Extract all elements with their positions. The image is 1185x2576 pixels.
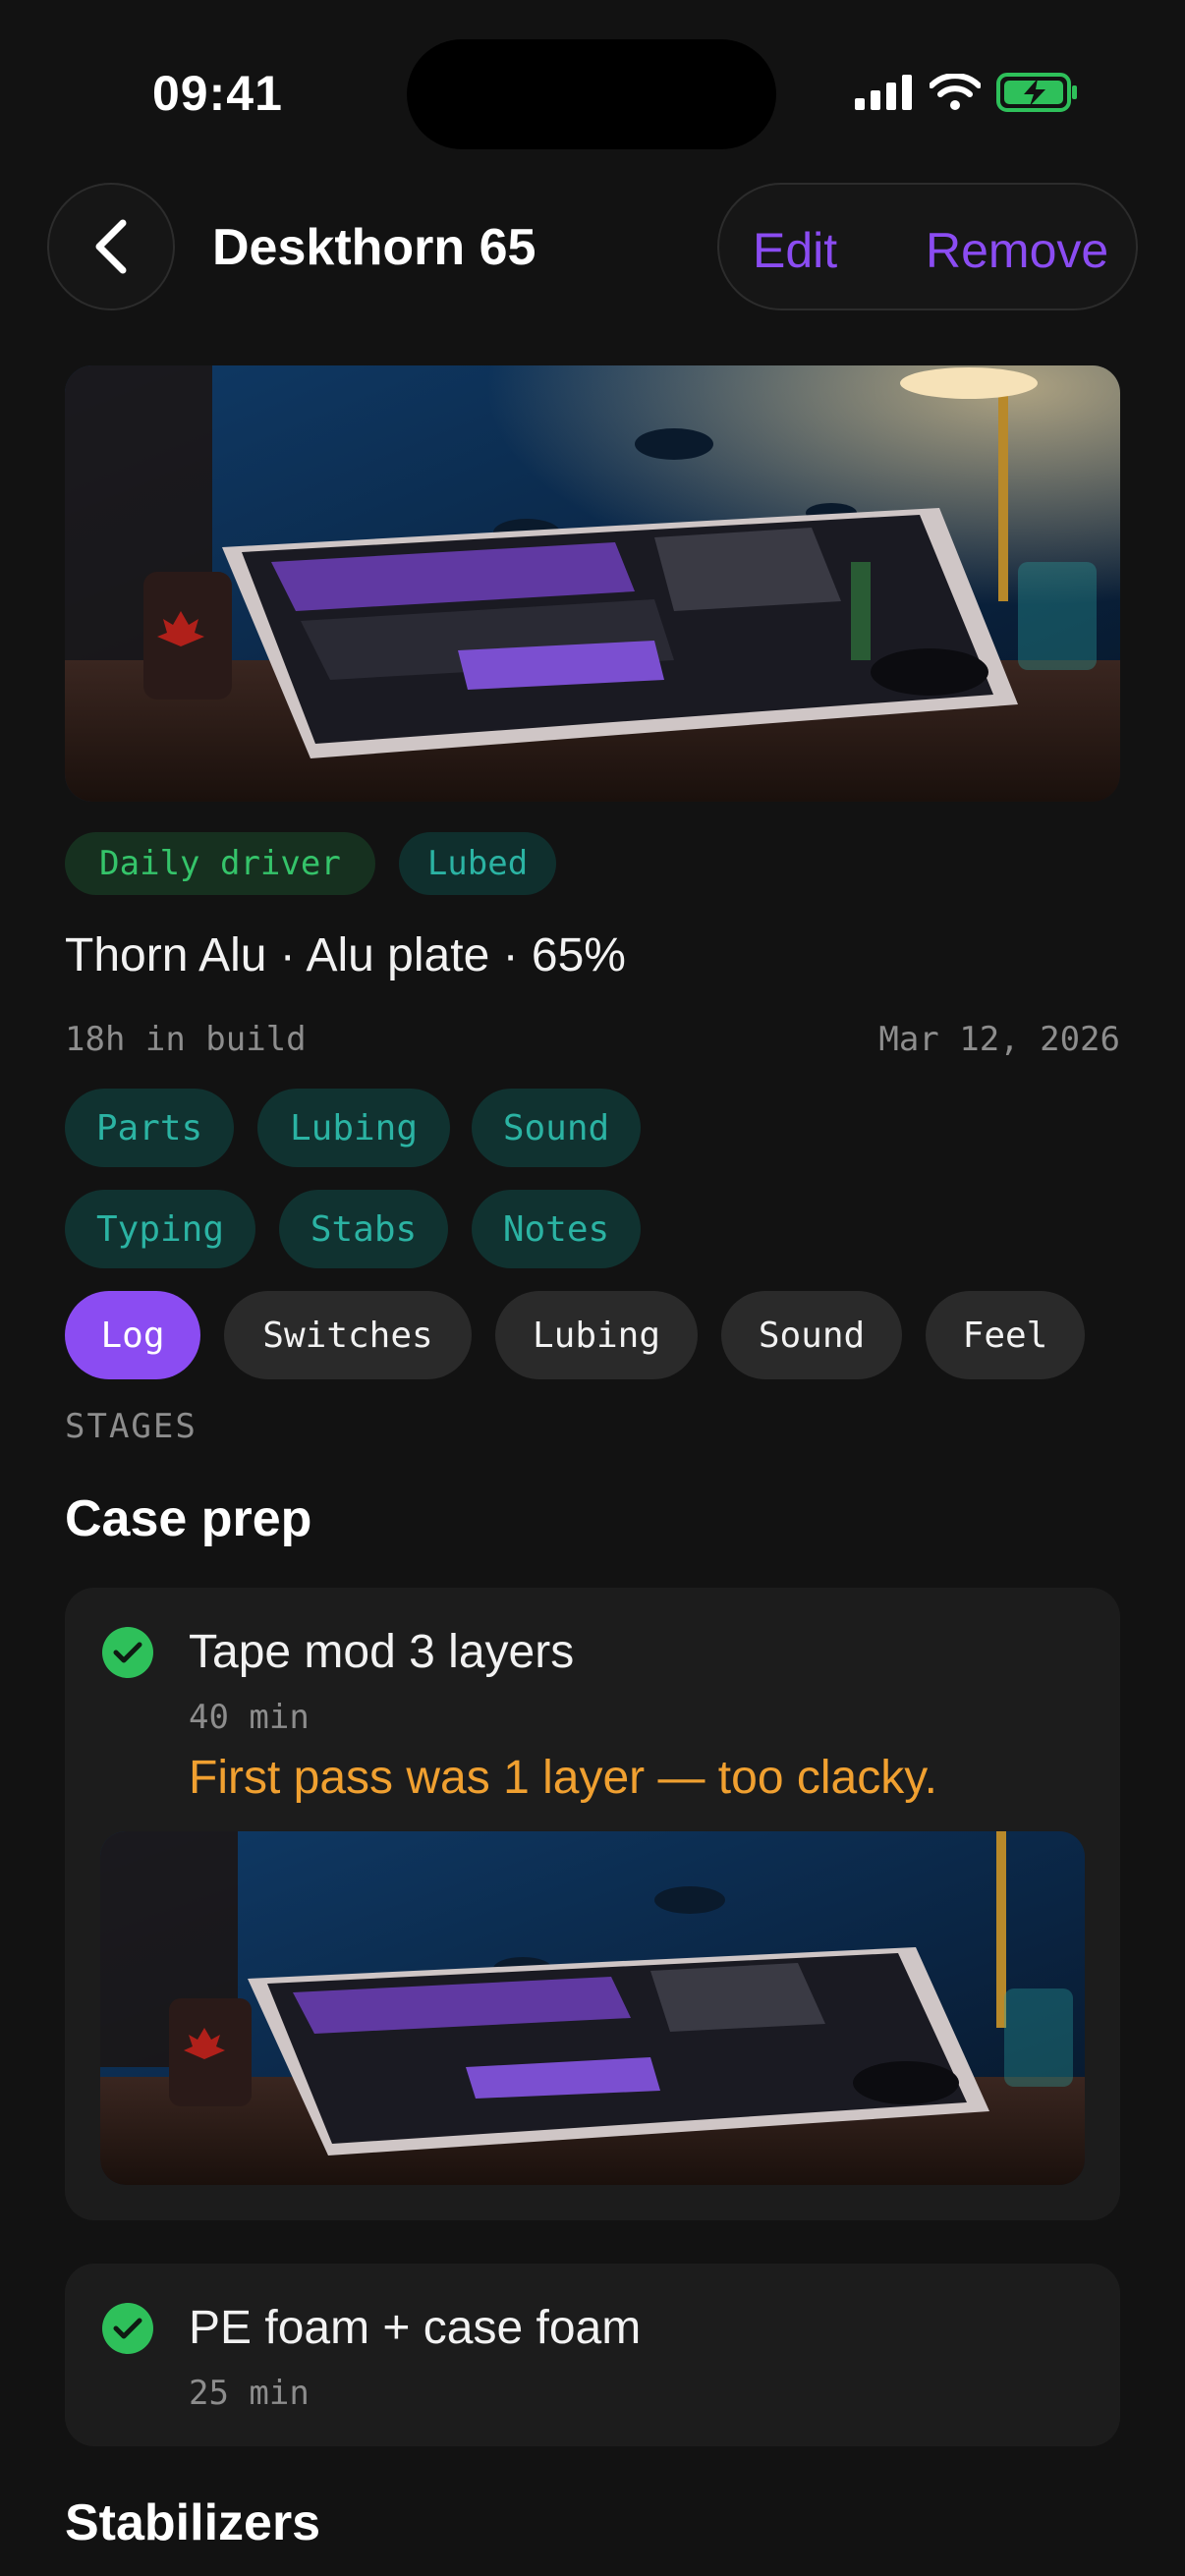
section-chip-typing[interactable]: Typing <box>65 1190 255 1268</box>
tab-switches[interactable]: Switches <box>224 1291 472 1379</box>
build-spec: Thorn Alu · Alu plate · 65% <box>65 929 626 981</box>
build-hours: 18h in build <box>65 1020 307 1059</box>
build-hero-photo[interactable] <box>65 365 1120 802</box>
stages-label: STAGES <box>65 1407 198 1446</box>
header-actions: Edit Remove <box>717 183 1138 310</box>
tab-log[interactable]: Log <box>65 1291 200 1379</box>
step-card[interactable]: PE foam + case foam 25 min <box>65 2264 1120 2446</box>
tag-lubed: Lubed <box>399 832 556 895</box>
wifi-icon <box>930 74 981 110</box>
step-card[interactable]: Tape mod 3 layers 40 min First pass was … <box>65 1588 1120 2220</box>
page-title: Deskthorn 65 <box>212 219 536 276</box>
edit-button[interactable]: Edit <box>753 222 837 279</box>
check-circle-icon <box>102 2303 153 2354</box>
tab-feel[interactable]: Feel <box>926 1291 1085 1379</box>
chevron-left-icon <box>95 219 127 274</box>
section-chip-stabs[interactable]: Stabs <box>279 1190 448 1268</box>
step-title: PE foam + case foam <box>189 2302 642 2354</box>
step-duration: 25 min <box>189 2374 310 2413</box>
tag-daily-driver: Daily driver <box>65 832 375 895</box>
check-circle-icon <box>102 1627 153 1678</box>
step-note: First pass was 1 layer — too clacky. <box>189 1752 937 1804</box>
cellular-signal-icon <box>855 75 912 110</box>
battery-charging-icon <box>996 73 1077 112</box>
section-chip-lubing[interactable]: Lubing <box>257 1089 450 1167</box>
step-photo[interactable] <box>100 1831 1085 2185</box>
tab-sound[interactable]: Sound <box>721 1291 902 1379</box>
dynamic-island <box>407 39 776 149</box>
step-title: Tape mod 3 layers <box>189 1626 575 1678</box>
stage-group-title: Stabilizers <box>65 2494 321 2551</box>
status-time: 09:41 <box>152 66 283 121</box>
remove-button[interactable]: Remove <box>926 222 1108 279</box>
back-button[interactable] <box>47 183 175 310</box>
status-icons <box>855 73 1079 112</box>
build-date: Mar 12, 2026 <box>878 1020 1120 1059</box>
section-chip-sound[interactable]: Sound <box>472 1089 641 1167</box>
tab-lubing[interactable]: Lubing <box>495 1291 698 1379</box>
section-chip-parts[interactable]: Parts <box>65 1089 234 1167</box>
stage-group-title: Case prep <box>65 1490 312 1547</box>
step-duration: 40 min <box>189 1698 310 1737</box>
section-chip-notes[interactable]: Notes <box>472 1190 641 1268</box>
